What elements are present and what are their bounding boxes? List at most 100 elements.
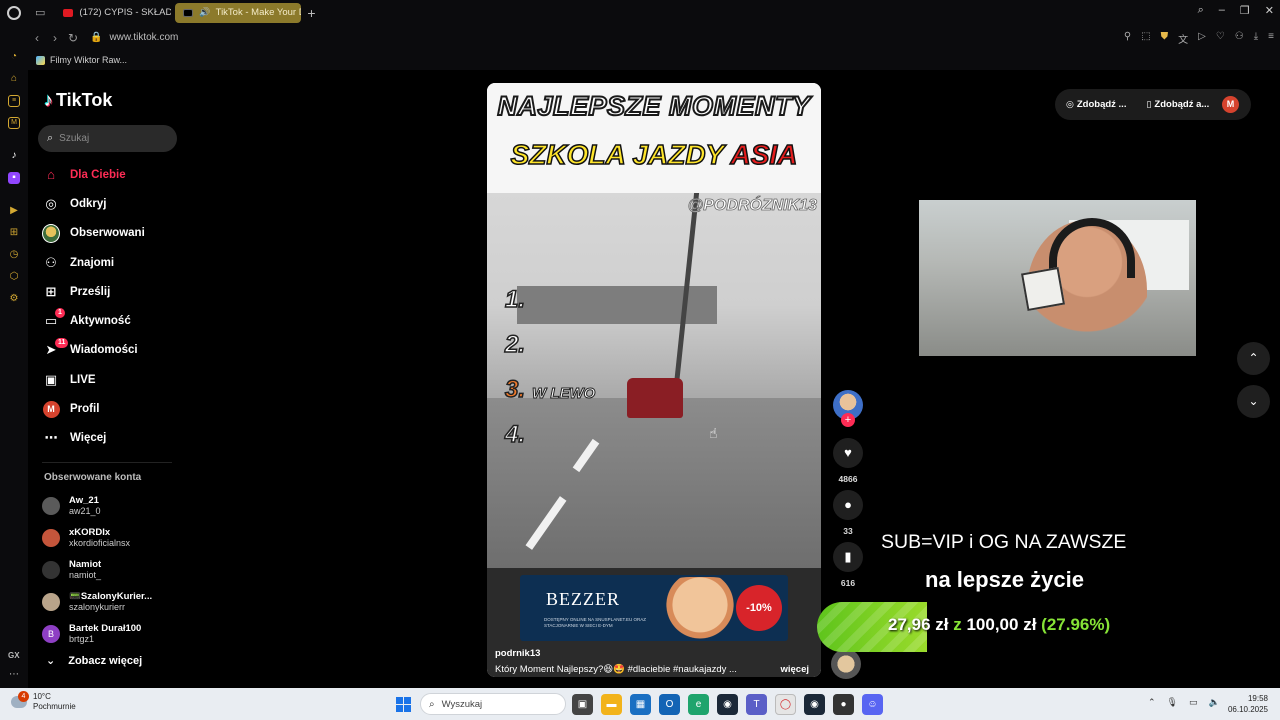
forward-icon[interactable]: ›: [46, 31, 64, 45]
nav-item-przeslij[interactable]: ⊞ Prześlij: [42, 277, 182, 306]
sidebar-more-icon[interactable]: ⋯: [9, 669, 19, 680]
close-icon[interactable]: ✕: [1265, 4, 1274, 17]
youtube-icon: [63, 8, 74, 17]
outlook-icon[interactable]: O: [659, 694, 680, 715]
list-item[interactable]: Aw_21 aw21_0: [42, 490, 192, 522]
lock-icon[interactable]: 🔒: [90, 32, 102, 43]
messenger-icon[interactable]: M: [8, 117, 20, 129]
avatar: [42, 529, 60, 547]
get-app-button[interactable]: ▯ Zdobądź a...: [1146, 99, 1209, 110]
opera-logo-icon[interactable]: [7, 5, 21, 20]
microphone-icon[interactable]: 🎙: [1167, 697, 1178, 708]
menu-icon[interactable]: ≡: [1268, 31, 1274, 46]
see-more-button[interactable]: ⌄ Zobacz więcej: [46, 654, 142, 668]
nav-item-profil[interactable]: M Profil: [42, 394, 182, 423]
activity-badge: 1: [55, 308, 65, 319]
list-item[interactable]: 📟SzalonyKurier... szalonykurierr: [42, 586, 192, 618]
nav-item-znajomi[interactable]: ⚇ Znajomi: [42, 248, 182, 277]
twitch-icon[interactable]: ▪: [8, 172, 20, 184]
save-button[interactable]: ▮: [833, 542, 863, 572]
player-icon[interactable]: ▶: [8, 205, 20, 217]
wallet-icon[interactable]: ⚇: [1235, 31, 1244, 46]
heart-icon[interactable]: ♡: [1216, 31, 1225, 46]
opera-gx-icon[interactable]: ◯: [775, 694, 796, 715]
music-disc-icon[interactable]: [831, 649, 861, 679]
clock[interactable]: 19:58 06.10.2025: [1228, 693, 1268, 715]
nav-item-wiecej[interactable]: ⋯ Więcej: [42, 424, 182, 453]
chevron-down-icon: ⌄: [1248, 394, 1259, 408]
discord-icon[interactable]: ☺: [862, 694, 883, 715]
nav-item-aktywnosc[interactable]: ▭ 1 Aktywność: [42, 306, 182, 335]
more-link[interactable]: więcej: [780, 664, 809, 675]
steam-icon[interactable]: ◉: [717, 694, 738, 715]
extensions-icon[interactable]: ⬡: [8, 271, 20, 283]
app-icon[interactable]: ●: [833, 694, 854, 715]
start-button[interactable]: [396, 697, 411, 712]
news-icon[interactable]: ≡: [8, 95, 20, 107]
next-video-button[interactable]: ⌄: [1237, 385, 1270, 418]
store-icon[interactable]: ▦: [630, 694, 651, 715]
reload-icon[interactable]: ↻: [64, 31, 82, 45]
teams-icon[interactable]: T: [746, 694, 767, 715]
steam-2-icon[interactable]: ◉: [804, 694, 825, 715]
workspaces-icon[interactable]: ⊞: [8, 227, 20, 239]
chevron-up-icon[interactable]: ⌃: [1148, 697, 1156, 708]
history-icon[interactable]: ◷: [8, 249, 20, 261]
back-icon[interactable]: ‹: [28, 31, 46, 45]
tab-youtube[interactable]: (172) CYPIS - SKŁADANKA: [55, 3, 171, 23]
followed-accounts-title: Obserwowane konta: [44, 472, 142, 483]
tiktok-sidebar-icon[interactable]: ♪: [8, 150, 20, 162]
gx-icon[interactable]: GX: [8, 651, 20, 660]
nav-item-dla-ciebie[interactable]: ⌂ Dla Ciebie: [42, 160, 182, 189]
task-view-icon[interactable]: ▣: [572, 694, 593, 715]
download-icon[interactable]: ⤓: [1254, 31, 1258, 46]
nav-item-wiadomosci[interactable]: ➤ 11 Wiadomości: [42, 336, 182, 365]
adblock-shield-icon[interactable]: ⛊: [1161, 31, 1169, 46]
pin-icon[interactable]: ⚲: [1124, 31, 1131, 46]
list-item[interactable]: xKORDIx xkordioficialnsx: [42, 522, 192, 554]
display-icon[interactable]: ▭: [1189, 697, 1198, 708]
tab-label: (172) CYPIS - SKŁADANKA: [79, 7, 172, 18]
nav-item-live[interactable]: ▣ LIVE: [42, 365, 182, 394]
tab-switcher-icon[interactable]: ▭: [35, 6, 45, 19]
tab-tiktok[interactable]: 🔊 TikTok - Make Your Day: [175, 2, 302, 23]
search-input[interactable]: [59, 133, 155, 144]
previous-video-button[interactable]: ⌃: [1237, 342, 1270, 375]
settings-icon[interactable]: ⚙: [8, 293, 20, 305]
nav-item-odkryj[interactable]: ◎ Odkryj: [42, 189, 182, 218]
list-item[interactable]: B Bartek Durał100 brtgz1: [42, 618, 192, 650]
speaker-icon[interactable]: 🔊: [199, 7, 210, 18]
list-item[interactable]: Namiot namiot_: [42, 554, 192, 586]
video-author[interactable]: podrnik13: [495, 648, 540, 659]
search-tabs-icon[interactable]: ⌕: [1198, 4, 1204, 17]
rank-2: 2.: [504, 330, 526, 359]
play-icon[interactable]: ▷: [1198, 31, 1206, 46]
comment-button[interactable]: ●: [833, 490, 863, 520]
file-explorer-icon[interactable]: ▬: [601, 694, 622, 715]
bookmark-item[interactable]: Filmy Wiktor Raw...: [50, 55, 127, 65]
chevron-up-icon: ⌃: [1248, 351, 1259, 365]
nav-label: Dla Ciebie: [70, 168, 126, 181]
aria-icon[interactable]: ⌂: [8, 73, 20, 85]
search-box[interactable]: ⌕: [38, 125, 177, 152]
volume-icon[interactable]: 🔈: [1209, 697, 1220, 708]
minimize-icon[interactable]: –: [1219, 4, 1225, 17]
snapshot-icon[interactable]: ⬚: [1141, 31, 1150, 46]
profile-avatar[interactable]: M: [1222, 96, 1239, 113]
follow-plus-icon[interactable]: +: [841, 413, 855, 427]
maximize-icon[interactable]: ❐: [1240, 4, 1250, 17]
get-coins-button[interactable]: ◎ Zdobądź ...: [1066, 99, 1126, 110]
url-field[interactable]: www.tiktok.com: [109, 32, 178, 43]
nav-item-obserwowani[interactable]: Obserwowani: [42, 219, 182, 248]
edge-icon[interactable]: e: [688, 694, 709, 715]
goal-percent: (27.96%): [1041, 615, 1111, 634]
new-tab-button[interactable]: +: [307, 5, 315, 21]
tab-label: TikTok - Make Your Day: [215, 7, 302, 18]
taskbar-search[interactable]: ⌕ Wyszukaj: [420, 693, 566, 715]
video-player[interactable]: NAJLEPSZE MOMENTY SZKOLA JAZDY ASIA @POD…: [487, 83, 821, 677]
translate-icon[interactable]: 文: [1178, 31, 1188, 46]
weather-widget[interactable]: 4 10°C Pochmurnie: [11, 691, 76, 712]
tiktok-logo[interactable]: ♪ TikTok: [44, 90, 112, 111]
like-button[interactable]: ♥: [833, 438, 863, 468]
speed-dial-icon[interactable]: ◔: [8, 51, 20, 63]
